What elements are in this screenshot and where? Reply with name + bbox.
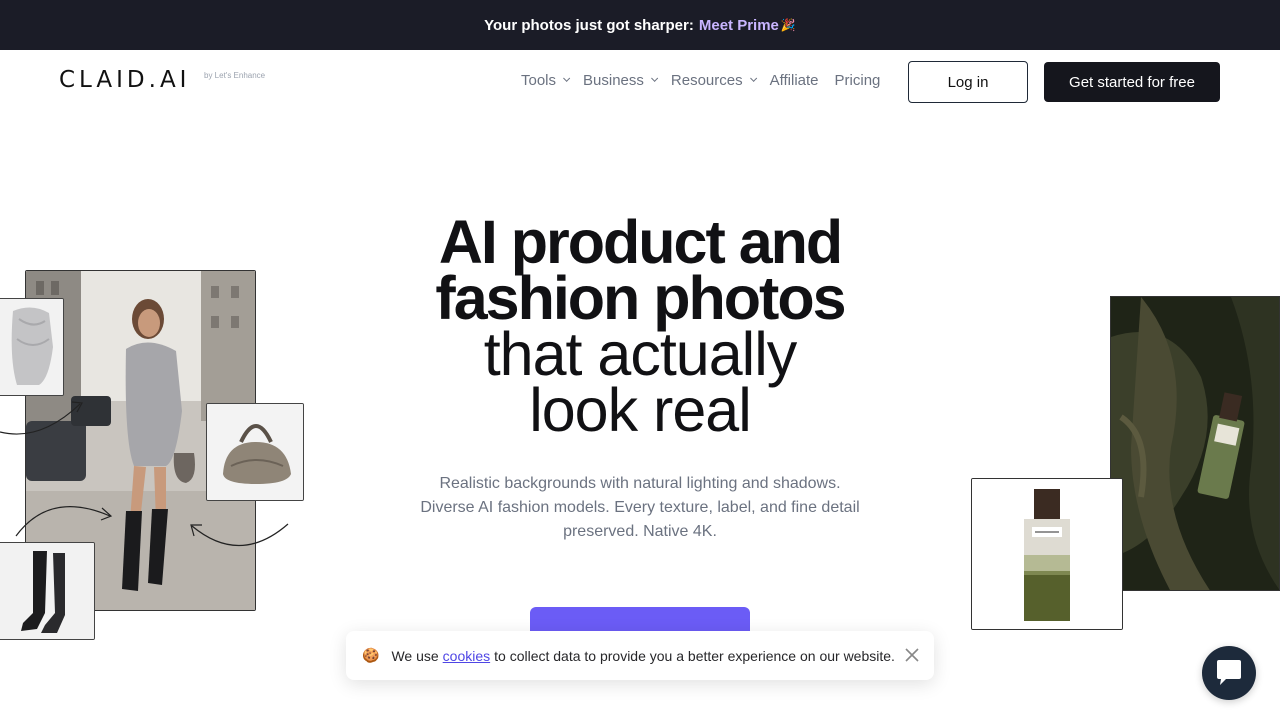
nav-label: Tools bbox=[521, 72, 557, 89]
nav-item-pricing[interactable]: Pricing bbox=[835, 72, 881, 89]
nav-label: Pricing bbox=[834, 72, 881, 89]
nav-item-tools[interactable]: Tools bbox=[521, 72, 571, 89]
close-icon[interactable] bbox=[904, 647, 920, 663]
login-button[interactable]: Log in bbox=[908, 61, 1028, 103]
handbag-thumbnail bbox=[206, 403, 304, 501]
cookie-text-after: to collect data to provide you a better … bbox=[494, 647, 895, 664]
chat-button[interactable] bbox=[1202, 646, 1256, 700]
nav-item-resources[interactable]: Resources bbox=[670, 72, 757, 89]
perfume-bottle-photo bbox=[971, 478, 1123, 630]
nav-item-affiliate[interactable]: Affiliate bbox=[770, 72, 819, 89]
nav-label: Business bbox=[583, 72, 644, 89]
logo-subtitle: by Let's Enhance bbox=[204, 71, 266, 80]
announcement-link[interactable]: Meet Prime bbox=[699, 17, 779, 34]
logo[interactable]: CLAID.AI bbox=[59, 67, 190, 93]
hero-title-line: that actually bbox=[483, 320, 798, 388]
chevron-down-icon bbox=[749, 74, 757, 82]
chevron-down-icon bbox=[563, 74, 571, 82]
cookie-banner: 🍪 We use cookies to collect data to prov… bbox=[346, 631, 934, 680]
hero-title: AI product and fashion photos that actua… bbox=[390, 208, 890, 444]
site-header: CLAID.AI by Let's Enhance Tools Business… bbox=[0, 50, 1280, 114]
hero-title-line: fashion photos bbox=[435, 264, 846, 332]
hero-title-line: look real bbox=[529, 376, 752, 444]
hero-title-line: AI product and bbox=[438, 208, 843, 276]
hero-subtitle: Realistic backgrounds with natural light… bbox=[420, 475, 860, 540]
announcement-text: Your photos just got sharper: bbox=[484, 16, 694, 34]
nav-label: Affiliate bbox=[769, 72, 819, 89]
cookie-policy-link[interactable]: cookies bbox=[443, 648, 490, 664]
announcement-bar: Your photos just got sharper: Meet Prime… bbox=[0, 0, 1280, 50]
nav-item-business[interactable]: Business bbox=[583, 72, 659, 89]
chevron-down-icon bbox=[650, 74, 659, 82]
cookie-icon: 🍪 bbox=[362, 647, 380, 663]
dress-thumbnail bbox=[0, 298, 64, 396]
get-started-button[interactable]: Get started for free bbox=[1044, 62, 1220, 102]
cookie-text-before: We use bbox=[391, 647, 439, 664]
perfume-forest-photo bbox=[1110, 296, 1280, 591]
party-icon: 🎉 bbox=[780, 18, 796, 32]
boots-thumbnail bbox=[0, 542, 95, 640]
main-nav: Tools Business Resources Affiliate Prici… bbox=[521, 72, 896, 89]
chat-bubble-icon bbox=[1217, 660, 1241, 685]
nav-label: Resources bbox=[670, 72, 743, 89]
